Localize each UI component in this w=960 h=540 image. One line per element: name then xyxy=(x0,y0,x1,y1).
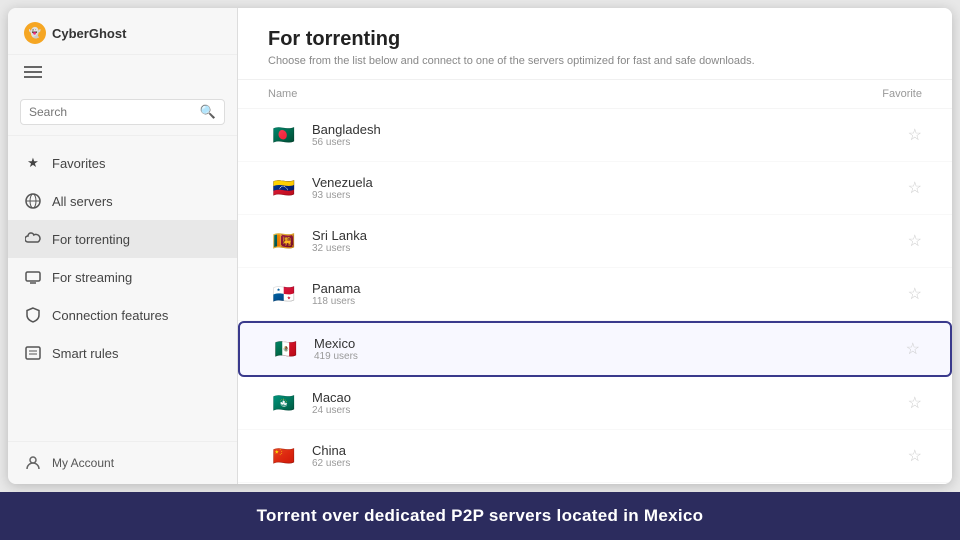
favorite-star[interactable]: ☆ xyxy=(908,178,922,198)
favorite-star[interactable]: ☆ xyxy=(908,284,922,304)
sidebar: 👻 CyberGhost 🔍 ★ Favorites xyxy=(8,8,238,484)
main-header: For torrenting Choose from the list belo… xyxy=(238,8,952,80)
star-icon: ★ xyxy=(24,154,42,172)
flag-icon: 🇲🇴 xyxy=(268,387,300,419)
page-subtitle: Choose from the list below and connect t… xyxy=(268,55,922,67)
my-account-link[interactable]: My Account xyxy=(8,441,237,484)
logo-icon: 👻 xyxy=(24,22,46,44)
search-input[interactable] xyxy=(29,105,200,119)
favorite-star[interactable]: ☆ xyxy=(908,231,922,251)
server-row[interactable]: 🇻🇪 Venezuela 93 users ☆ xyxy=(238,162,952,215)
server-users: 118 users xyxy=(312,296,908,307)
favorite-star[interactable]: ☆ xyxy=(906,339,920,359)
app-container: 👻 CyberGhost 🔍 ★ Favorites xyxy=(8,8,952,484)
flag-icon: 🇲🇽 xyxy=(270,333,302,365)
list-icon xyxy=(24,344,42,362)
server-info: Panama 118 users xyxy=(312,281,908,307)
nav-menu: ★ Favorites All servers xyxy=(8,136,237,441)
server-users: 419 users xyxy=(314,351,906,362)
server-row[interactable]: 🇭🇰 Hong Kong 166 users ☆ xyxy=(238,483,952,484)
tv-icon xyxy=(24,268,42,286)
flag-icon: 🇱🇰 xyxy=(268,225,300,257)
server-info: China 62 users xyxy=(312,443,908,469)
sidebar-item-all-servers[interactable]: All servers xyxy=(8,182,237,220)
search-input-wrap: 🔍 xyxy=(20,99,225,125)
shield-icon xyxy=(24,306,42,324)
server-list: 🇧🇩 Bangladesh 56 users ☆ 🇻🇪 Venezuela 93… xyxy=(238,109,952,484)
sidebar-item-connection-features[interactable]: Connection features xyxy=(8,296,237,334)
sidebar-header: 👻 CyberGhost xyxy=(8,8,237,55)
list-header: Name Favorite xyxy=(238,80,952,109)
cloud-icon xyxy=(24,230,42,248)
sidebar-item-label: All servers xyxy=(52,194,113,209)
sidebar-item-label: For streaming xyxy=(52,270,132,285)
server-row[interactable]: 🇲🇴 Macao 24 users ☆ xyxy=(238,377,952,430)
favorite-star[interactable]: ☆ xyxy=(908,393,922,413)
hamburger-button[interactable] xyxy=(8,55,237,89)
my-account-label: My Account xyxy=(52,456,114,470)
server-name: Panama xyxy=(312,281,908,296)
server-row[interactable]: 🇨🇳 China 62 users ☆ xyxy=(238,430,952,483)
sidebar-item-favorites[interactable]: ★ Favorites xyxy=(8,144,237,182)
server-name: Mexico xyxy=(314,336,906,351)
logo-area: 👻 CyberGhost xyxy=(24,22,126,44)
server-name: China xyxy=(312,443,908,458)
column-favorite: Favorite xyxy=(882,88,922,100)
tooltip-bar: Torrent over dedicated P2P servers locat… xyxy=(0,492,960,540)
search-icon[interactable]: 🔍 xyxy=(200,104,216,120)
main-content: For torrenting Choose from the list belo… xyxy=(238,8,952,484)
server-users: 62 users xyxy=(312,458,908,469)
sidebar-item-label: Smart rules xyxy=(52,346,118,361)
favorite-star[interactable]: ☆ xyxy=(908,125,922,145)
server-row[interactable]: 🇵🇦 Panama 118 users ☆ xyxy=(238,268,952,321)
search-bar: 🔍 xyxy=(8,89,237,136)
server-name: Sri Lanka xyxy=(312,228,908,243)
server-info: Sri Lanka 32 users xyxy=(312,228,908,254)
account-icon xyxy=(24,454,42,472)
flag-icon: 🇵🇦 xyxy=(268,278,300,310)
server-info: Macao 24 users xyxy=(312,390,908,416)
sidebar-item-label: For torrenting xyxy=(52,232,130,247)
server-name: Macao xyxy=(312,390,908,405)
server-name: Venezuela xyxy=(312,175,908,190)
flag-icon: 🇻🇪 xyxy=(268,172,300,204)
sidebar-item-label: Favorites xyxy=(52,156,105,171)
globe-icon xyxy=(24,192,42,210)
server-users: 32 users xyxy=(312,243,908,254)
server-row[interactable]: 🇲🇽 Mexico 419 users ☆ xyxy=(238,321,952,377)
sidebar-item-smart-rules[interactable]: Smart rules xyxy=(8,334,237,372)
tooltip-text: Torrent over dedicated P2P servers locat… xyxy=(257,506,704,525)
sidebar-item-for-streaming[interactable]: For streaming xyxy=(8,258,237,296)
server-name: Bangladesh xyxy=(312,122,908,137)
server-users: 24 users xyxy=(312,405,908,416)
server-info: Venezuela 93 users xyxy=(312,175,908,201)
sidebar-item-for-torrenting[interactable]: For torrenting xyxy=(8,220,237,258)
server-row[interactable]: 🇧🇩 Bangladesh 56 users ☆ xyxy=(238,109,952,162)
server-info: Mexico 419 users xyxy=(314,336,906,362)
flag-icon: 🇨🇳 xyxy=(268,440,300,472)
server-users: 93 users xyxy=(312,190,908,201)
sidebar-item-label: Connection features xyxy=(52,308,168,323)
flag-icon: 🇧🇩 xyxy=(268,119,300,151)
server-users: 56 users xyxy=(312,137,908,148)
column-name: Name xyxy=(268,88,297,100)
page-title: For torrenting xyxy=(268,28,922,51)
server-row[interactable]: 🇱🇰 Sri Lanka 32 users ☆ xyxy=(238,215,952,268)
server-info: Bangladesh 56 users xyxy=(312,122,908,148)
logo-text: CyberGhost xyxy=(52,26,126,41)
favorite-star[interactable]: ☆ xyxy=(908,446,922,466)
